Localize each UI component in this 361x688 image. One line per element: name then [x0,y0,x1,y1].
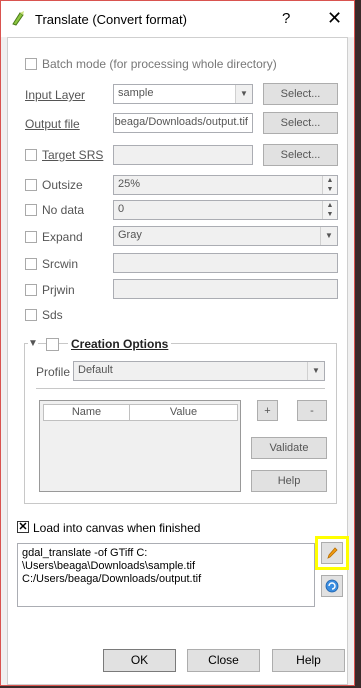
validate-button[interactable]: Validate [251,437,327,459]
expand-select[interactable]: Gray ▼ [113,226,338,246]
output-file-select-button[interactable]: Select... [263,112,338,134]
expand-value: Gray [118,229,142,241]
sds-checkbox[interactable] [25,309,37,321]
batch-mode-label: Batch mode (for processing whole directo… [42,57,277,71]
nodata-label: No data [42,203,85,217]
chevron-down-icon: ▼ [235,85,252,103]
input-layer-label: Input Layer [25,88,86,102]
profile-value: Default [78,364,113,376]
creation-options-checkbox[interactable] [46,338,59,351]
target-srs-input[interactable] [113,145,253,165]
creation-options-help-button[interactable]: Help [251,470,327,492]
chevron-down-icon: ▼ [307,362,324,380]
spin-down-icon[interactable]: ▼ [322,185,337,194]
profile-label: Profile [36,365,71,379]
srcwin-checkbox[interactable] [25,258,37,270]
prjwin-label: Prjwin [42,283,75,297]
prjwin-checkbox[interactable] [25,284,37,296]
pencil-icon [327,547,338,559]
output-file-input[interactable]: beaga/Downloads/output.tif [113,113,253,133]
nodata-value: 0 [118,203,125,215]
expand-checkbox[interactable] [25,231,37,243]
input-layer-select-button[interactable]: Select... [263,83,338,105]
nodata-spinbox[interactable]: 0 ▲ ▼ [113,200,338,220]
srcwin-label: Srcwin [42,257,79,271]
target-srs-select-button[interactable]: Select... [263,144,338,166]
nodata-checkbox[interactable] [25,204,37,216]
srcwin-input[interactable] [113,253,338,273]
close-button[interactable]: Close [187,649,260,672]
dialog-content: Batch mode (for processing whole directo… [7,37,349,685]
target-srs-label: Target SRS [42,148,104,162]
output-file-value: beaga/Downloads/output.tif [114,116,248,128]
copy-command-button[interactable] [321,575,343,597]
column-header-value[interactable]: Value [129,404,238,421]
creation-options-table[interactable]: Name Value [39,400,241,492]
divider [36,388,325,389]
spin-up-icon[interactable]: ▲ [322,201,337,210]
outsize-label: Outsize [42,178,83,192]
outsize-checkbox[interactable] [25,179,37,191]
refresh-icon [325,579,339,593]
ok-button[interactable]: OK [103,649,176,672]
sds-label: Sds [42,308,63,322]
title-bar: Translate (Convert format) ? ✕ [1,1,354,37]
load-into-canvas-checkbox[interactable]: ✕ [17,521,29,533]
edit-pencil-button[interactable] [321,542,343,564]
close-window-button[interactable]: ✕ [327,8,342,29]
chevron-down-icon: ▼ [320,227,337,245]
batch-mode-checkbox[interactable] [25,58,37,70]
profile-select[interactable]: Default ▼ [73,361,325,381]
load-into-canvas-label: Load into canvas when finished [33,521,201,535]
remove-option-button[interactable]: - [297,400,327,421]
input-layer-select[interactable]: sample ▼ [113,84,253,104]
expand-label: Expand [42,230,83,244]
prjwin-input[interactable] [113,279,338,299]
qgis-translate-icon [12,11,24,26]
spin-down-icon[interactable]: ▼ [322,210,337,219]
target-srs-checkbox[interactable] [25,149,37,161]
creation-options-label: Creation Options [68,337,172,351]
help-button[interactable]: Help [272,649,345,672]
outsize-spinbox[interactable]: 25% ▲ ▼ [113,175,338,195]
spin-up-icon[interactable]: ▲ [322,176,337,185]
translate-dialog: Translate (Convert format) ? ✕ Batch mod… [0,0,355,686]
outsize-value: 25% [118,178,141,190]
window-title: Translate (Convert format) [35,12,187,27]
input-layer-value: sample [118,87,154,99]
command-text[interactable]: gdal_translate -of GTiff C: \Users\beaga… [17,543,315,607]
add-option-button[interactable]: + [257,400,278,421]
output-file-label: Output file [25,117,80,131]
column-header-name[interactable]: Name [43,404,130,421]
collapse-triangle-icon[interactable]: ▼ [28,338,38,349]
help-title-button[interactable]: ? [282,10,290,27]
